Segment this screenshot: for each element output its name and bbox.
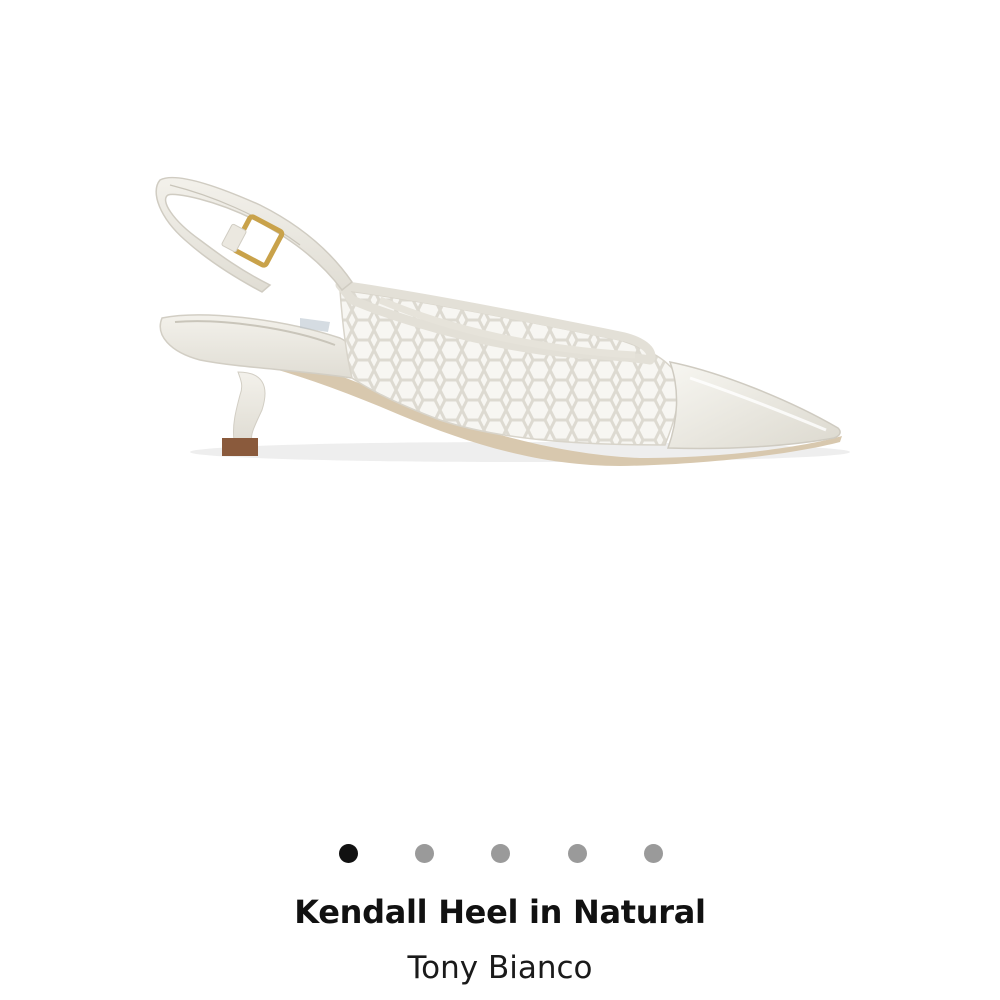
carousel-pagination bbox=[0, 838, 1000, 868]
product-page: Kendall Heel in Natural Tony Bianco bbox=[0, 0, 1000, 1000]
toe-cap bbox=[666, 361, 841, 450]
slingback-shoe-illustration bbox=[155, 176, 850, 466]
carousel-dot-4[interactable] bbox=[568, 844, 587, 863]
carousel-dot-1-active[interactable] bbox=[339, 844, 358, 863]
product-image[interactable] bbox=[0, 0, 1000, 800]
carousel-dot-2[interactable] bbox=[415, 844, 434, 863]
heel-tip bbox=[222, 438, 258, 456]
product-brand[interactable]: Tony Bianco bbox=[0, 950, 1000, 986]
carousel-dot-5[interactable] bbox=[644, 844, 663, 863]
slingback-strap bbox=[155, 176, 354, 293]
carousel-dot-3[interactable] bbox=[491, 844, 510, 863]
product-title[interactable]: Kendall Heel in Natural bbox=[0, 893, 1000, 931]
